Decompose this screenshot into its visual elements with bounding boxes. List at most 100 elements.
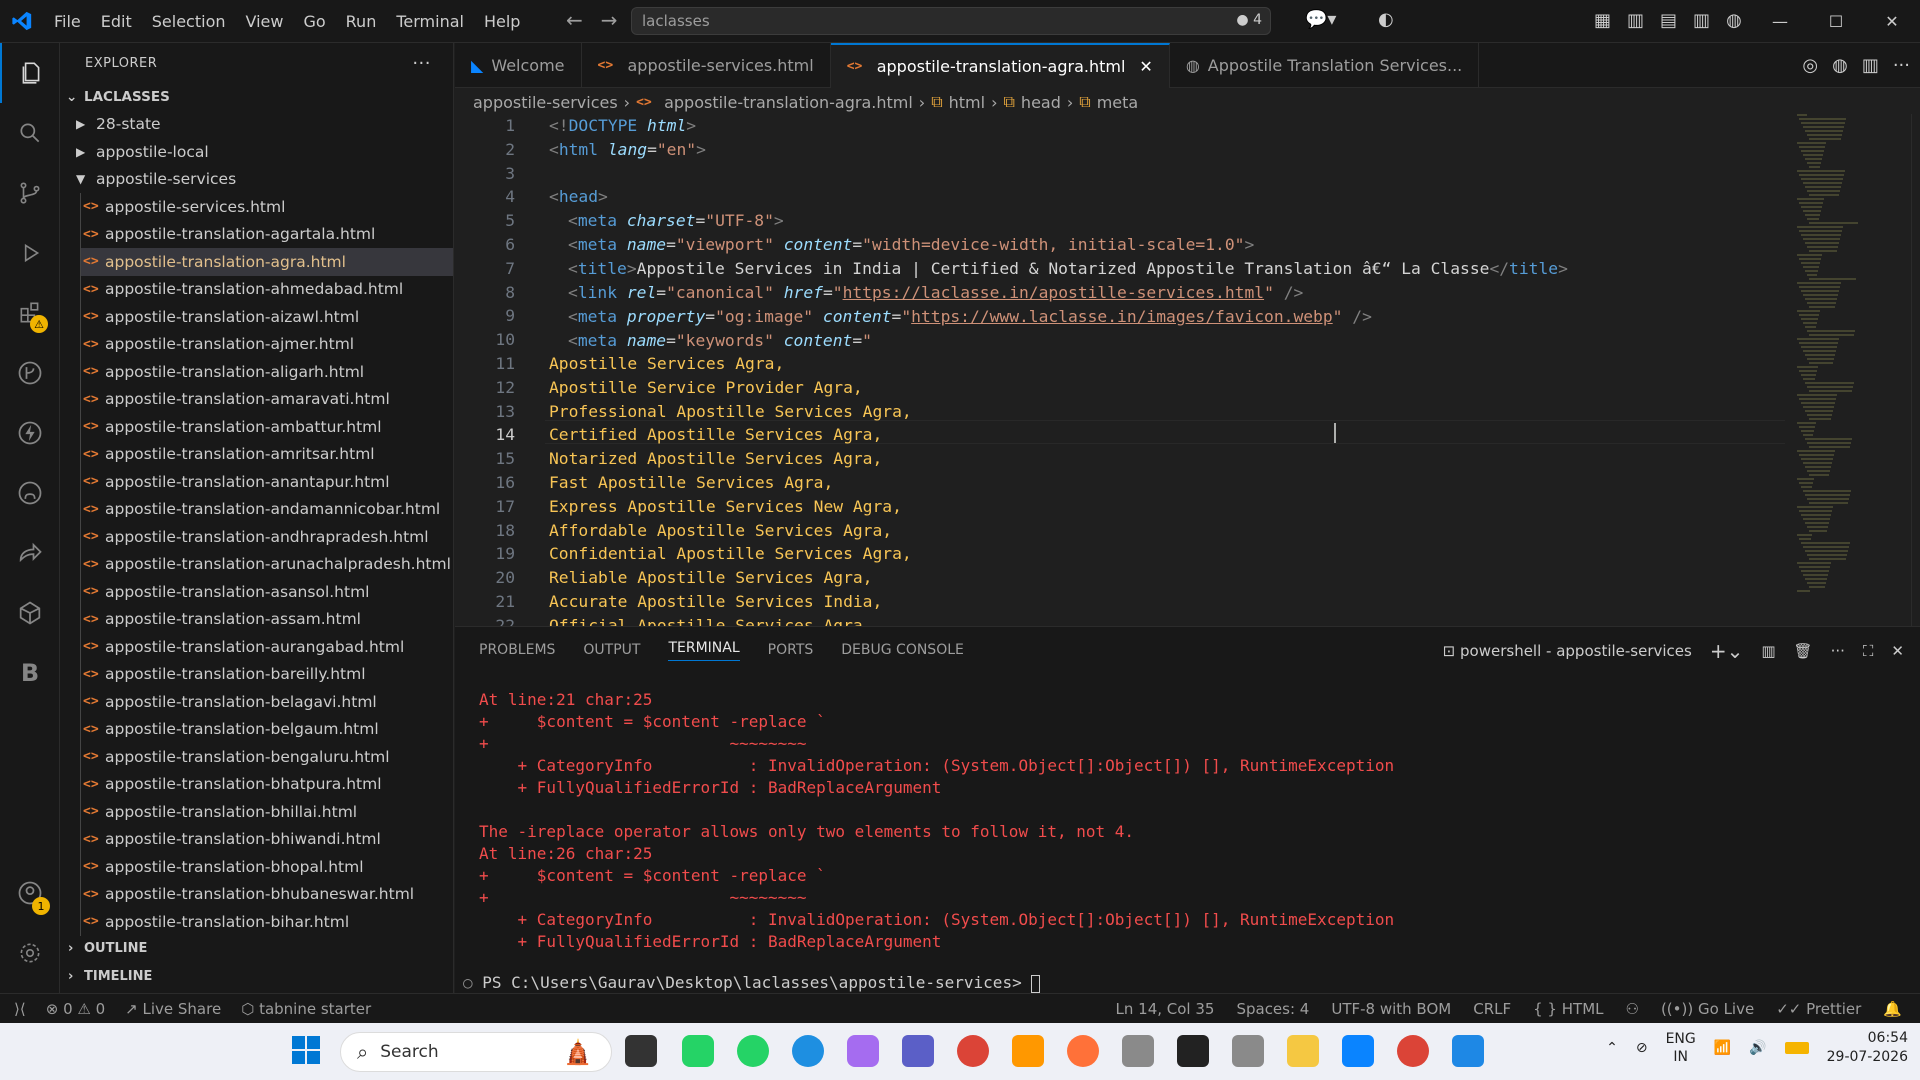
remote-explorer-icon[interactable] [0,583,60,643]
app-icon[interactable] [1122,1035,1154,1067]
timeline-section[interactable]: › TIMELINE [60,962,453,990]
source-control-icon[interactable] [0,163,60,223]
file-item[interactable]: <> appostile-translation-ambattur.html [81,413,453,441]
outline-section[interactable]: › OUTLINE [60,934,453,962]
wifi-icon[interactable]: 📶 [1714,1040,1731,1056]
file-item[interactable]: <> appostile-translation-assam.html [81,606,453,634]
search-icon[interactable] [0,103,60,163]
app-icon[interactable] [1177,1035,1209,1067]
og-image-link[interactable]: https://www.laclasse.in/images/favicon.w… [911,307,1333,326]
tab-problems[interactable]: PROBLEMS [479,642,555,658]
breadcrumb-folder[interactable]: appostile-services [473,93,618,112]
more-actions-icon[interactable]: ··· [1893,55,1910,76]
firefox-icon[interactable] [1067,1035,1099,1067]
no-network-icon[interactable]: ⊘ [1636,1040,1648,1056]
teams-icon[interactable] [902,1035,934,1067]
more-actions-icon[interactable]: ··· [412,53,431,74]
terminal-output[interactable]: At line:21 char:25 + $content = $content … [479,689,1394,953]
file-item[interactable]: <> appostile-translation-aizawl.html [81,303,453,331]
go-live-button[interactable]: ((•)) Go Live [1661,1000,1754,1018]
minimize-icon[interactable]: — [1752,0,1808,43]
canonical-link[interactable]: https://laclasse.in/apostille-services.h… [843,283,1265,302]
app-icon[interactable] [1232,1035,1264,1067]
settings-gear-icon[interactable] [0,923,60,983]
tab-debug-console[interactable]: DEBUG CONSOLE [841,642,964,658]
vscode-taskbar-icon[interactable] [1342,1035,1374,1067]
notifications-bell-icon[interactable]: 🔔 [1883,1000,1902,1018]
taskbar-search[interactable]: ⌕ Search 🛕 [340,1032,612,1072]
toggle-secondary-sidebar-icon[interactable]: ▥ [1693,10,1710,31]
run-debug-icon[interactable] [0,223,60,283]
volume-icon[interactable]: 🔊 [1749,1040,1766,1056]
close-panel-icon[interactable]: ✕ [1891,642,1904,660]
copilot-status-icon[interactable]: ⚇ [1626,1000,1639,1018]
file-item[interactable]: <> appostile-translation-andhrapradesh.ht… [81,523,453,551]
battery-icon[interactable] [1784,1042,1809,1054]
whatsapp-business-icon[interactable] [682,1035,714,1067]
thunder-client-icon[interactable] [0,403,60,463]
toggle-sidebar-icon[interactable]: ▥ [1627,10,1644,31]
file-item[interactable]: <> appostile-translation-belgaum.html [81,716,453,744]
file-item[interactable]: <> appostile-translation-bhatpura.html [81,771,453,799]
file-item[interactable]: <> appostile-translation-bengaluru.html [81,743,453,771]
file-item[interactable]: <> appostile-translation-agra.html [81,248,453,276]
tab-ports[interactable]: PORTS [768,642,814,658]
back-arrow-icon[interactable]: ← [566,8,583,32]
chrome-profile-icon[interactable] [1397,1035,1429,1067]
copilot-chat-icon[interactable]: 💬▾ [1305,9,1336,30]
tab-output[interactable]: OUTPUT [583,642,640,658]
file-item[interactable]: <> appostile-translation-bihar.html [81,908,453,936]
clock[interactable]: 06:54 29-07-2026 [1827,1029,1908,1067]
customize-layout-icon[interactable]: ▦ [1594,10,1611,31]
task-view-icon[interactable] [625,1035,657,1067]
encoding[interactable]: UTF-8 with BOM [1331,1000,1451,1018]
edge-icon[interactable] [792,1035,824,1067]
terminal-prompt[interactable]: ○ PS C:\Users\Gaurav\Desktop\laclasses\a… [463,973,1041,993]
indentation[interactable]: Spaces: 4 [1236,1000,1309,1018]
split-terminal-icon[interactable]: ▥ [1761,642,1775,660]
chrome-icon[interactable] [957,1035,989,1067]
tabnine-status[interactable]: ⬡ tabnine starter [241,1000,371,1018]
command-center-search[interactable]: laclasses ● 4 [631,7,1271,35]
file-item[interactable]: <> appostile-translation-bhopal.html [81,853,453,881]
globe-icon[interactable]: ◍ [1726,10,1742,31]
chevron-up-icon[interactable]: ⌃ [1606,1040,1618,1056]
copilot-app-icon[interactable] [847,1035,879,1067]
prettier-status[interactable]: ✓✓ Prettier [1776,1000,1861,1018]
problems-status[interactable]: ⊗ 0 ⚠ 0 [46,1000,105,1018]
file-item[interactable]: <> appostile-translation-ahmedabad.html [81,276,453,304]
folder-appostile-services[interactable]: ▼ appostile-services [60,166,453,194]
breadcrumb-html[interactable]: html [949,93,985,112]
toggle-panel-icon[interactable]: ▤ [1660,10,1677,31]
menu-terminal[interactable]: Terminal [386,0,474,43]
forward-arrow-icon[interactable]: → [601,8,618,32]
windows-start-icon[interactable] [291,1035,321,1069]
language-indicator[interactable]: ENG IN [1666,1030,1696,1066]
copilot-icon[interactable]: ◐ [1378,9,1394,30]
git-graph-icon[interactable] [0,343,60,403]
breadcrumb-file[interactable]: appostile-translation-agra.html [664,93,913,112]
menu-selection[interactable]: Selection [142,0,236,43]
open-preview-globe-icon[interactable]: ◍ [1832,55,1848,76]
folder-appostile-local[interactable]: ▶ appostile-local [60,138,453,166]
explorer-icon[interactable] [0,43,60,103]
tab-terminal[interactable]: TERMINAL [668,640,740,661]
file-item[interactable]: <> appostile-translation-aurangabad.html [81,633,453,661]
close-tab-icon[interactable]: ✕ [1139,57,1152,76]
copilot-icon[interactable]: ◎ [1802,55,1818,76]
file-item[interactable]: <> appostile-translation-bareilly.html [81,661,453,689]
notepad-icon[interactable] [1452,1035,1484,1067]
remote-indicator-icon[interactable]: ⟩⟨ [14,1000,26,1018]
extensions-icon[interactable]: ⚠ [0,283,60,343]
cursor-position[interactable]: Ln 14, Col 35 [1116,1000,1215,1018]
file-item[interactable]: <> appostile-translation-bhillai.html [81,798,453,826]
menu-view[interactable]: View [236,0,294,43]
editor-scrollbar[interactable] [1911,114,1920,626]
workspace-root[interactable]: ⌄ LACLASSES [60,83,453,111]
new-terminal-icon[interactable]: +⌄ [1710,639,1744,663]
kill-terminal-trash-icon[interactable]: 🗑 [1794,642,1813,660]
file-item[interactable]: <> appostile-translation-amaravati.html [81,386,453,414]
accounts-icon[interactable]: 1 [0,863,60,923]
tab-preview[interactable]: ◍ Appostile Translation Services... [1170,43,1480,88]
language-mode[interactable]: { } HTML [1533,1000,1603,1018]
